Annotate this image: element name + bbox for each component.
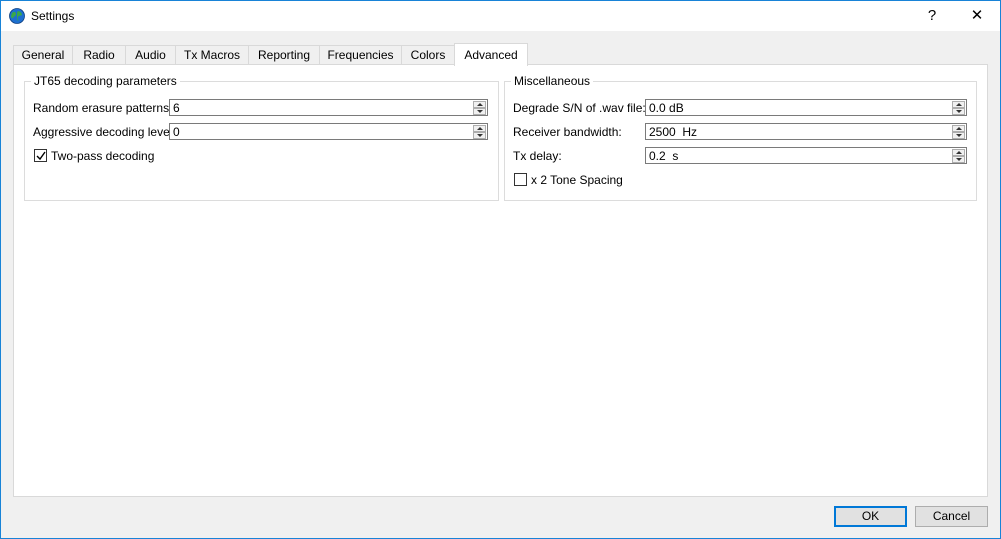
degrade-sn-spinbox[interactable]: 0.0 dB (645, 99, 967, 116)
aggressive-decoding-label: Aggressive decoding level: (33, 125, 176, 139)
tab-reporting[interactable]: Reporting (248, 45, 320, 64)
random-erasure-label: Random erasure patterns: (33, 101, 173, 115)
receiver-bandwidth-value: 2500 Hz (649, 125, 698, 139)
random-erasure-spinbox[interactable]: 6 (169, 99, 488, 116)
spin-up-icon[interactable] (952, 101, 965, 108)
two-pass-label[interactable]: Two-pass decoding (51, 149, 154, 163)
tx-delay-label: Tx delay: (513, 149, 562, 163)
random-erasure-value: 6 (173, 101, 180, 115)
tx-delay-spinbox[interactable]: 0.2 s (645, 147, 967, 164)
title-bar[interactable]: Settings ? ✕ (1, 1, 1000, 31)
tab-radio[interactable]: Radio (72, 45, 126, 64)
advanced-tab-panel: JT65 decoding parameters Random erasure … (13, 64, 988, 497)
spin-up-icon[interactable] (952, 149, 965, 156)
spin-down-icon[interactable] (952, 156, 965, 163)
settings-window: Settings ? ✕ General Radio Audio Tx Macr… (0, 0, 1001, 539)
two-pass-checkbox[interactable] (34, 149, 47, 162)
help-button[interactable]: ? (909, 1, 955, 31)
ok-button[interactable]: OK (834, 506, 907, 527)
tab-audio[interactable]: Audio (125, 45, 176, 64)
tab-frequencies[interactable]: Frequencies (319, 45, 402, 64)
degrade-sn-value: 0.0 dB (649, 101, 684, 115)
aggressive-decoding-value: 0 (173, 125, 180, 139)
spin-down-icon[interactable] (952, 132, 965, 139)
jt65-group-title: JT65 decoding parameters (31, 74, 180, 88)
tx-delay-value: 0.2 s (649, 149, 679, 163)
spin-up-icon[interactable] (473, 101, 486, 108)
receiver-bandwidth-spinbox[interactable]: 2500 Hz (645, 123, 967, 140)
tone-spacing-checkbox[interactable] (514, 173, 527, 186)
checkmark-icon (36, 151, 46, 161)
tab-advanced[interactable]: Advanced (454, 43, 528, 66)
globe-icon (9, 8, 25, 24)
tab-colors[interactable]: Colors (401, 45, 455, 64)
tone-spacing-label[interactable]: x 2 Tone Spacing (531, 173, 623, 187)
spin-up-icon[interactable] (473, 125, 486, 132)
tab-general[interactable]: General (13, 45, 73, 64)
tab-tx-macros[interactable]: Tx Macros (175, 45, 249, 64)
misc-group-title: Miscellaneous (511, 74, 594, 88)
close-button[interactable]: ✕ (954, 1, 1000, 31)
spin-down-icon[interactable] (473, 132, 486, 139)
cancel-button[interactable]: Cancel (915, 506, 988, 527)
spin-down-icon[interactable] (473, 108, 486, 115)
spin-up-icon[interactable] (952, 125, 965, 132)
degrade-sn-label: Degrade S/N of .wav file: (513, 101, 646, 115)
receiver-bandwidth-label: Receiver bandwidth: (513, 125, 622, 139)
miscellaneous-group: Miscellaneous Degrade S/N of .wav file: … (504, 74, 977, 201)
jt65-decoding-group: JT65 decoding parameters Random erasure … (24, 74, 499, 201)
aggressive-decoding-spinbox[interactable]: 0 (169, 123, 488, 140)
window-title: Settings (31, 9, 75, 23)
spin-down-icon[interactable] (952, 108, 965, 115)
